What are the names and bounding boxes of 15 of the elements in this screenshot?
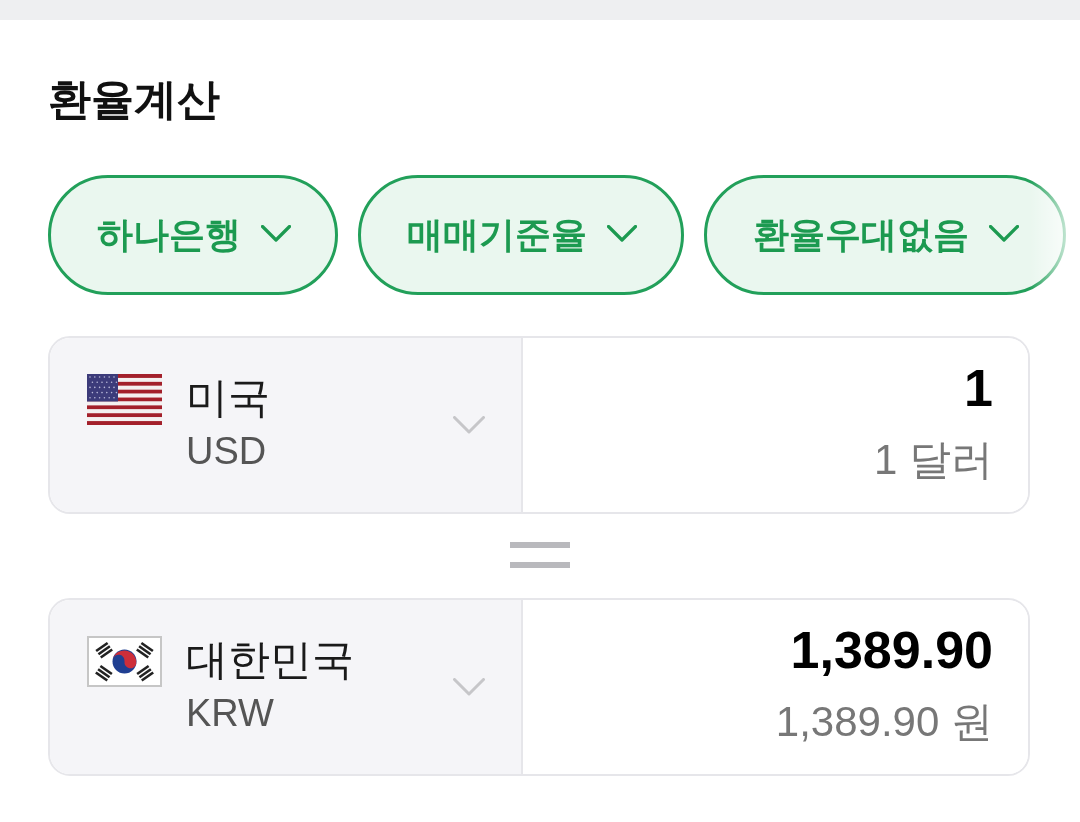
- currency-select[interactable]: 미국 USD: [50, 338, 523, 512]
- amount-in-words: 1,389.90 원: [775, 697, 993, 747]
- amount-in-words: 1 달러: [873, 435, 993, 485]
- currency-select[interactable]: 대한민국 KRW: [50, 600, 523, 774]
- section-title: 환율계산: [48, 74, 220, 125]
- amount-input[interactable]: 1: [543, 358, 993, 418]
- chevron-down-icon: [453, 416, 485, 434]
- us-flag-icon: [87, 374, 162, 425]
- chevron-down-icon: [453, 678, 485, 696]
- chevron-down-icon: [261, 224, 291, 242]
- korean-flag-icon: [87, 636, 162, 687]
- equals-icon: [510, 542, 570, 568]
- chevron-down-icon: [989, 224, 1019, 242]
- amount-input[interactable]: 1,389.90: [543, 620, 993, 680]
- chevron-down-icon: [607, 224, 637, 242]
